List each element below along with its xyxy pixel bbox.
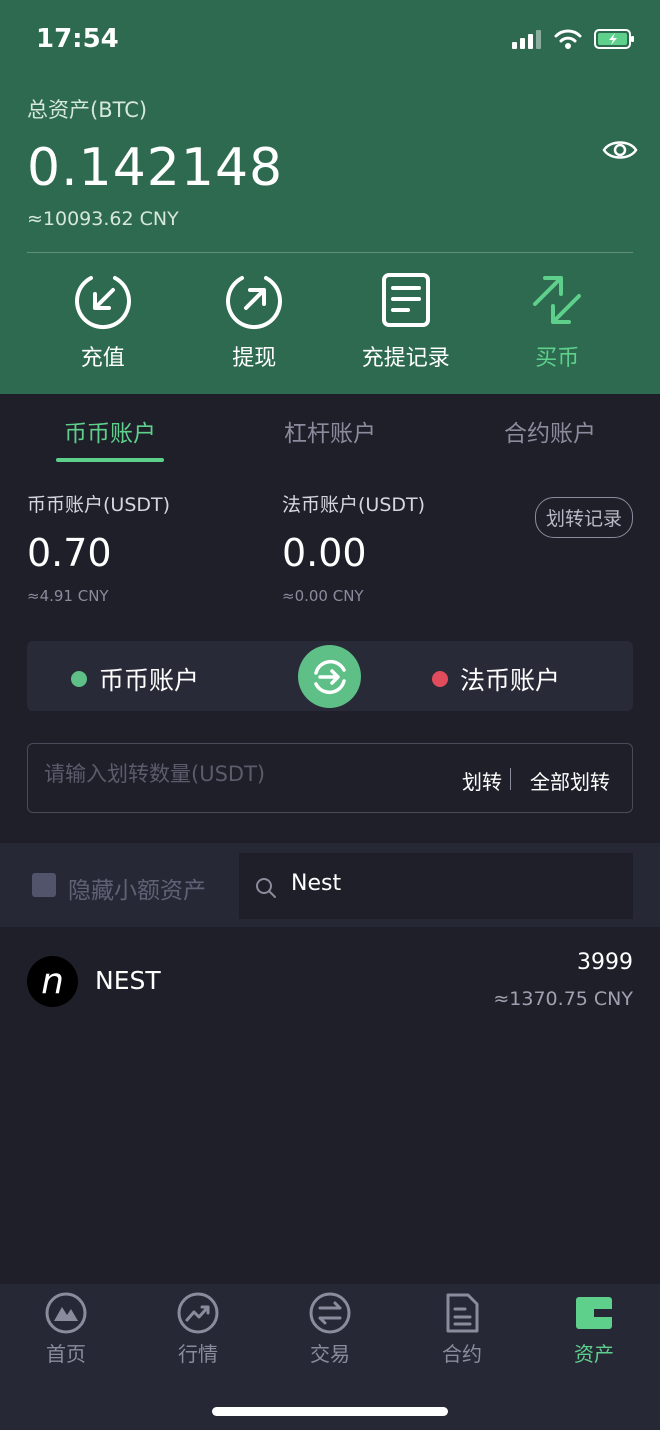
nav-assets[interactable]: 资产 [539,1292,649,1367]
nav-contract-label: 合约 [442,1342,482,1366]
spot-account-name: 币币账户(USDT) [27,494,171,516]
market-icon [177,1292,219,1334]
wifi-icon [554,29,582,49]
action-row: 充值 提现 充提记录 买币 [27,270,633,372]
asset-cny: ≈1370.75 CNY [493,988,633,1010]
asset-header: 17:54 总资产(BTC) 0.142148 ≈10093.62 CNY 充值… [0,0,660,394]
asset-filter-bar: 隐藏小额资产 [0,843,660,927]
withdraw-icon [226,276,283,329]
switch-from-label: 币币账户 [99,666,200,695]
fiat-account-cny: ≈0.00 CNY [282,587,364,605]
trade-icon [309,1292,351,1334]
search-icon [256,878,276,898]
switch-from[interactable]: 币币账户 [71,661,199,697]
account-switcher: 币币账户 法币账户 [27,641,633,711]
hide-small-label[interactable]: 隐藏小额资产 [68,871,206,905]
header-divider [27,252,633,253]
nest-logo-icon: n [27,956,78,1007]
deposit-icon [74,276,131,329]
transfer-records-button[interactable]: 划转记录 [534,497,633,538]
nav-assets-label: 资产 [574,1342,614,1366]
buy-icon [533,276,582,324]
records-icon [381,273,430,327]
buy-button[interactable]: 买币 [482,270,634,372]
fiat-account-summary: 法币账户(USDT) 0.00 ≈0.00 CNY [282,490,425,605]
withdraw-label: 提现 [232,346,277,371]
nav-market[interactable]: 行情 [143,1292,253,1367]
transfer-amount-input[interactable] [44,762,444,786]
home-icon [45,1292,87,1334]
home-indicator [212,1407,448,1416]
switch-to[interactable]: 法币账户 [432,661,560,697]
spot-account-value: 0.70 [27,531,112,575]
records-button[interactable]: 充提记录 [330,270,482,372]
tab-margin[interactable]: 杠杆账户 [220,396,440,466]
deposit-label: 充值 [80,346,125,371]
to-dot [432,671,448,687]
account-tabs: 币币账户 杠杆账户 合约账户 [0,396,660,466]
asset-name: NEST [95,966,161,995]
spot-account-summary: 币币账户(USDT) 0.70 ≈4.91 CNY [27,490,170,605]
fiat-account-value: 0.00 [282,531,367,575]
total-assets-cny: ≈10093.62 CNY [27,208,179,230]
swap-icon [313,659,346,694]
switch-to-label: 法币账户 [460,666,561,695]
hide-small-checkbox[interactable] [32,873,56,897]
swap-button[interactable] [298,645,361,708]
nav-home[interactable]: 首页 [11,1292,121,1367]
assets-icon [576,1297,612,1329]
nav-home-label: 首页 [46,1342,86,1366]
nav-trade[interactable]: 交易 [275,1292,385,1367]
battery-icon [594,29,634,49]
records-label: 充提记录 [361,346,450,371]
status-time: 17:54 [36,24,119,54]
total-assets-value: 0.142148 [27,138,284,198]
buy-label: 买币 [535,346,580,371]
nav-market-label: 行情 [178,1342,218,1366]
nav-trade-label: 交易 [310,1342,350,1366]
spot-account-cny: ≈4.91 CNY [27,587,109,605]
deposit-button[interactable]: 充值 [27,270,179,372]
transfer-all-button[interactable]: 全部划转 [530,766,610,795]
search-input[interactable] [291,871,611,896]
contract-icon [446,1293,479,1333]
nav-contract[interactable]: 合约 [407,1292,517,1367]
fiat-account-name: 法币账户(USDT) [282,494,426,516]
signal-icon [512,30,541,49]
tab-spot[interactable]: 币币账户 [0,396,220,466]
asset-amount: 3999 [577,950,633,975]
search-box [239,853,633,919]
tab-contract[interactable]: 合约账户 [440,396,660,466]
transfer-amount-box: 划转 全部划转 [27,743,633,813]
total-assets-label: 总资产(BTC) [27,98,148,122]
asset-row[interactable]: n NEST 3999 ≈1370.75 CNY [27,948,633,1018]
transfer-separator [510,768,511,790]
from-dot [71,671,87,687]
withdraw-button[interactable]: 提现 [179,270,331,372]
transfer-button[interactable]: 划转 [462,766,502,795]
eye-icon[interactable] [602,136,638,164]
status-icons [512,28,636,50]
